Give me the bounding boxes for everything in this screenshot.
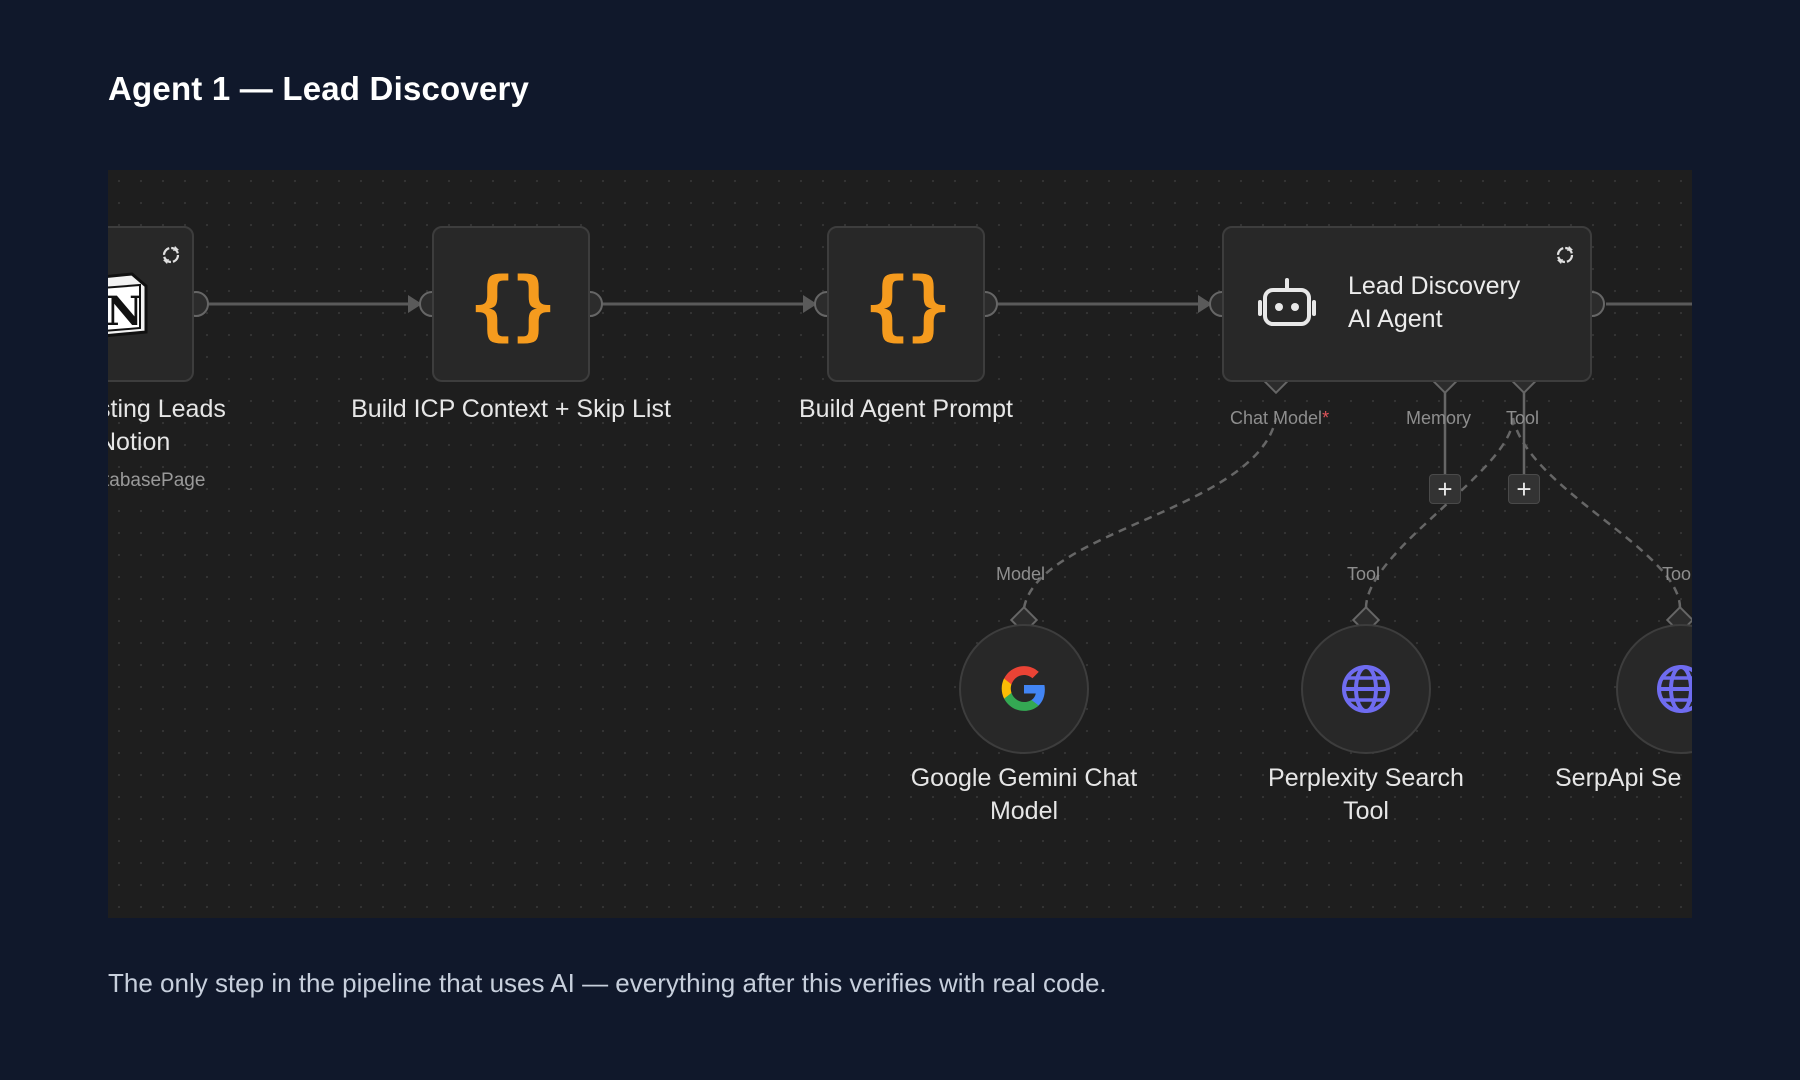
node-label-line: Notion [108, 428, 171, 456]
node-lead-discovery-agent[interactable]: Lead Discovery AI Agent [1222, 226, 1592, 382]
node-label-perplexity-search: Perplexity Search Tool [1268, 764, 1464, 825]
refresh-icon[interactable] [160, 244, 182, 266]
connection-perplexity-to-tool [1364, 417, 1515, 609]
globe-icon [1342, 665, 1390, 713]
connection-gemini-to-chat-model [1022, 417, 1278, 609]
agent-title: Lead Discovery AI Agent [1348, 270, 1520, 336]
refresh-icon[interactable] [1554, 244, 1576, 266]
agent-title-line: Lead Discovery [1348, 272, 1521, 300]
node-build-icp-context[interactable]: {} [432, 226, 590, 382]
chat-model-text: Chat Model [1230, 408, 1323, 428]
node-google-gemini[interactable] [959, 624, 1089, 754]
node-label-build-icp-context: Build ICP Context + Skip List [351, 395, 671, 423]
robot-icon [1258, 278, 1316, 326]
agent-title-line: AI Agent [1348, 305, 1443, 333]
notion-icon: N [108, 272, 148, 337]
add-tool-button[interactable]: + [1508, 474, 1540, 504]
node-subtitle-notion: tabasePage [108, 470, 206, 491]
svg-text:N: N [108, 288, 143, 335]
port-label-serpapi-tool: Too [1662, 564, 1692, 584]
node-perplexity-search[interactable] [1301, 624, 1431, 754]
port-label-model: Model [996, 564, 1046, 584]
page-title: Agent 1 — Lead Discovery [108, 70, 530, 107]
node-label-notion: sting Leads Notion [108, 393, 226, 459]
node-label-line: sting Leads [108, 395, 226, 423]
add-memory-button[interactable]: + [1429, 474, 1461, 504]
port-label-perplexity-tool: Tool [1347, 564, 1381, 584]
node-notion[interactable]: N [108, 226, 194, 382]
workflow-canvas[interactable]: N sting Leads Notion tabasePage {} Build… [108, 170, 1692, 918]
braces-icon: {} [864, 259, 952, 349]
port-label-chat-model: Chat Model* [1230, 408, 1329, 429]
port-label-memory: Memory [1406, 408, 1472, 428]
node-label-build-agent-prompt: Build Agent Prompt [798, 395, 1013, 423]
connection-serpapi-to-tool [1511, 417, 1682, 609]
braces-icon: {} [469, 259, 557, 349]
page-caption: The only step in the pipeline that uses … [108, 968, 1107, 998]
google-icon [1001, 666, 1045, 711]
node-label-serpapi-search: SerpApi Se [1555, 764, 1682, 792]
required-mark: * [1322, 408, 1330, 428]
node-build-agent-prompt[interactable]: {} [827, 226, 985, 382]
globe-icon [1657, 665, 1692, 713]
node-label-google-gemini: Google Gemini Chat Model [910, 764, 1138, 825]
port-label-tool: Tool [1506, 408, 1540, 428]
